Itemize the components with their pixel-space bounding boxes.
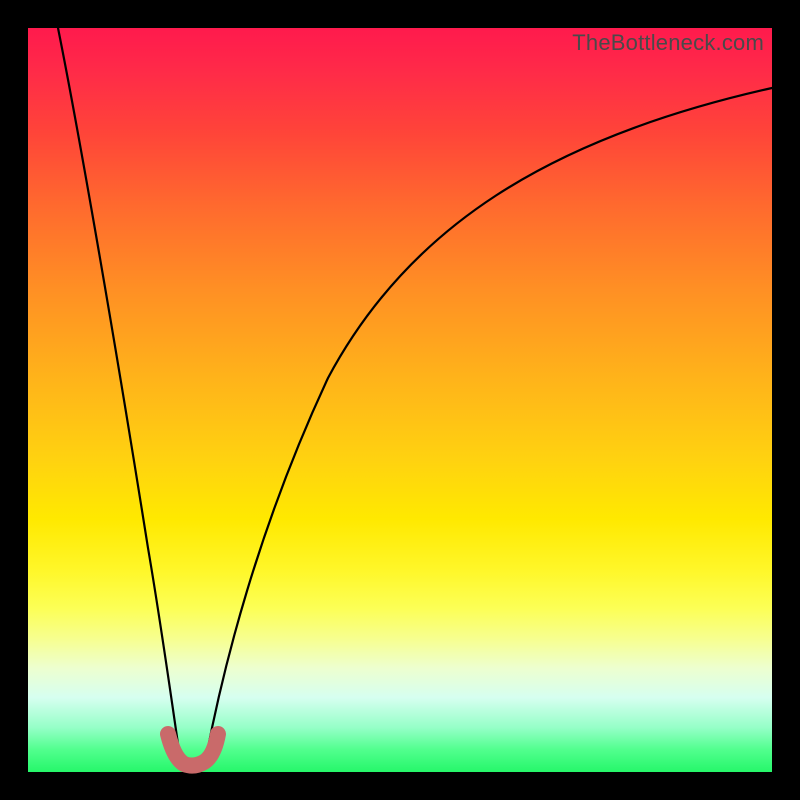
curve-left-branch [58, 28, 180, 758]
valley-marker [168, 734, 218, 766]
bottleneck-curve [28, 28, 772, 772]
plot-area: TheBottleneck.com [28, 28, 772, 772]
curve-right-branch [206, 88, 772, 758]
watermark-text: TheBottleneck.com [572, 30, 764, 56]
